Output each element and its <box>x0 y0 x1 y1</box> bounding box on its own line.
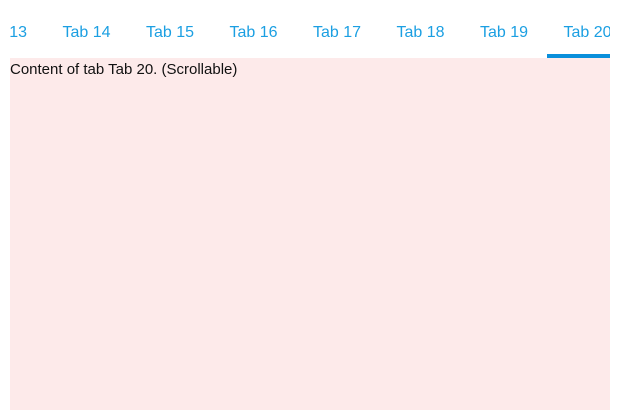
tab-20[interactable]: Tab 20 <box>547 0 611 58</box>
tab-content-panel[interactable]: Content of tab Tab 20. (Scrollable) <box>10 58 610 410</box>
tab-18[interactable]: Tab 18 <box>380 0 464 58</box>
tab-14[interactable]: Tab 14 <box>46 0 130 58</box>
tab-16[interactable]: Tab 16 <box>213 0 297 58</box>
tab-15[interactable]: Tab 15 <box>129 0 213 58</box>
tab-13[interactable]: Tab 13 <box>10 0 46 58</box>
tab-17[interactable]: Tab 17 <box>296 0 380 58</box>
tab-content-text: Content of tab Tab 20. (Scrollable) <box>10 61 237 78</box>
tab-strip[interactable]: Tab 13 Tab 14 Tab 15 Tab 16 Tab 17 Tab 1… <box>10 0 610 58</box>
tab-list: Tab 13 Tab 14 Tab 15 Tab 16 Tab 17 Tab 1… <box>10 0 610 58</box>
tab-19[interactable]: Tab 19 <box>463 0 547 58</box>
